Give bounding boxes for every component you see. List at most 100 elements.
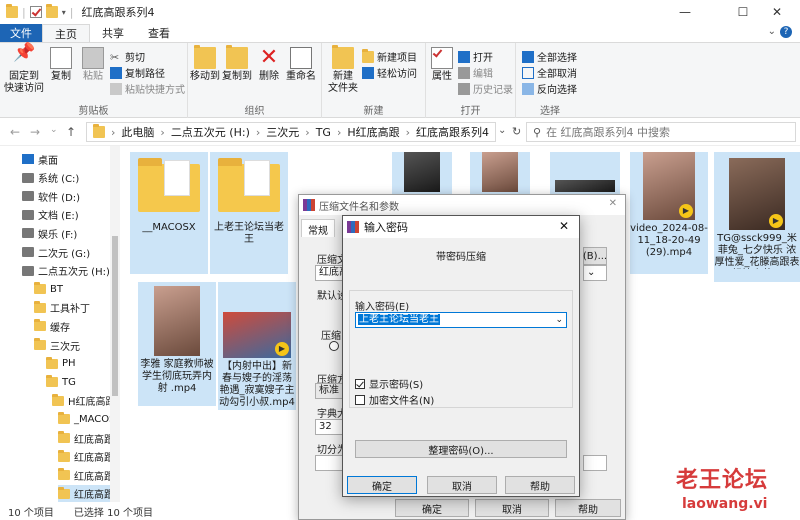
encrypt-filenames-checkbox[interactable]: 加密文件名(N) — [355, 392, 434, 407]
password-ok-button[interactable]: 确定 — [347, 476, 417, 494]
nav-item[interactable]: 工具补丁 — [34, 299, 110, 317]
close-button[interactable]: ✕ — [754, 0, 800, 24]
nav-item[interactable]: BT — [34, 280, 110, 298]
edit-button[interactable]: 编辑 — [458, 65, 493, 80]
rename-button[interactable]: 重命名 — [284, 47, 318, 83]
copy-to-button[interactable]: 复制到 — [222, 45, 252, 83]
breadcrumb-item[interactable]: 此电脑 — [121, 124, 154, 140]
minimize-button[interactable]: — — [662, 0, 708, 24]
nav-item[interactable]: 软件 (D:) — [22, 187, 110, 205]
address-bar[interactable]: › 此电脑 › 二点五次元 (H:) › 三次元 › TG › H红底高跟 › … — [86, 122, 496, 142]
archive-ok-button[interactable]: 确定 — [395, 499, 469, 517]
file-item[interactable]: 李雅 家庭教师被学生彻底玩弄内射 .mp4 — [138, 282, 216, 406]
password-help-button[interactable]: 帮助 — [505, 476, 575, 494]
password-dialog-close-icon[interactable]: ✕ — [559, 219, 569, 233]
nav-item[interactable]: 桌面 — [22, 150, 110, 168]
file-item[interactable] — [550, 152, 620, 196]
invert-selection-button[interactable]: 反向选择 — [522, 81, 577, 96]
file-item[interactable]: 上老王论坛当老王 — [210, 152, 288, 274]
recent-dropdown-icon[interactable]: ⌄ — [50, 125, 58, 135]
nav-scrollbar-thumb[interactable] — [112, 236, 118, 396]
archive-dialog-close-icon[interactable]: ✕ — [609, 198, 617, 209]
nav-item[interactable]: PH — [46, 355, 110, 373]
file-item[interactable] — [392, 152, 452, 196]
breadcrumb-item[interactable]: 二点五次元 (H:) — [171, 124, 250, 140]
up-icon[interactable]: ↑ — [66, 125, 76, 139]
format-radio[interactable] — [329, 341, 339, 351]
help-icon[interactable]: ? — [780, 26, 792, 38]
nav-item[interactable]: 文档 (E:) — [22, 206, 110, 224]
copy-path-button[interactable]: 复制路径 — [110, 65, 165, 80]
method-select[interactable]: 标准 — [315, 383, 343, 399]
paste-shortcut-button[interactable]: 粘贴快捷方式 — [110, 81, 185, 96]
tab-general[interactable]: 常规 — [301, 219, 335, 237]
nav-item[interactable]: 缓存 — [34, 317, 110, 335]
file-item[interactable]: __MACOSX — [130, 152, 208, 274]
nav-item[interactable]: 二点五次元 (H:) — [22, 262, 110, 280]
new-item-button[interactable]: 新建项目 — [362, 48, 417, 64]
history-button[interactable]: 历史记录 — [458, 81, 513, 96]
archive-cancel-button[interactable]: 取消 — [475, 499, 549, 517]
chevron-down-icon[interactable]: ⌄ — [555, 313, 563, 327]
select-none-button[interactable]: 全部取消 — [522, 65, 577, 80]
move-to-button[interactable]: 移动到 — [190, 45, 220, 83]
file-item[interactable]: ▶ 【内射中出】新春与嫂子的淫荡艳遇_寂寞嫂子主动勾引小叔.mp4 — [218, 282, 296, 410]
new-folder-button[interactable]: 新建 文件夹 — [326, 45, 360, 95]
select-all-button[interactable]: 全部选择 — [522, 49, 577, 64]
new-folder-quick-icon[interactable] — [45, 4, 58, 18]
dictionary-select[interactable]: 32 — [315, 419, 343, 435]
delete-button[interactable]: ✕ 删除 — [256, 47, 282, 83]
cut-button[interactable]: ✂ 剪切 — [110, 49, 145, 65]
nav-item[interactable]: 红底高跟系 — [58, 484, 120, 502]
file-item[interactable]: ▶ video_2024-08-11_18-20-49 (29).mp4 — [630, 152, 708, 274]
file-item[interactable] — [470, 152, 530, 196]
forward-icon[interactable]: → — [30, 125, 40, 139]
tab-view[interactable]: 查看 — [136, 24, 182, 42]
copy-button[interactable]: 复制 — [46, 47, 76, 83]
nav-item[interactable]: 红底高跟系 — [58, 448, 120, 466]
quick-access-dropdown-icon[interactable]: ▾ — [62, 8, 66, 17]
play-badge-icon: ▶ — [769, 214, 783, 228]
back-icon[interactable]: ← — [10, 125, 20, 139]
nav-item[interactable]: 娱乐 (F:) — [22, 224, 110, 242]
breadcrumb-item[interactable]: 三次元 — [266, 124, 299, 140]
nav-item[interactable]: 二次元 (G:) — [22, 243, 110, 261]
collapse-ribbon-icon[interactable]: ⌄ — [768, 26, 776, 37]
pin-quick-access-button[interactable]: 📌 固定到 快速访问 — [4, 44, 44, 95]
password-input[interactable]: 上老王论坛当老王 ⌄ — [355, 312, 567, 328]
drive-icon — [22, 228, 34, 239]
properties-quick-icon[interactable] — [29, 6, 42, 18]
split-field[interactable] — [315, 455, 343, 471]
file-item[interactable]: ▶ TG@ssck999_米菲兔_七夕快乐 浓厚性爱_花滕高跟表姐情人节... — [714, 152, 800, 282]
breadcrumb-item[interactable]: TG — [316, 126, 331, 139]
open-button[interactable]: 打开 — [458, 49, 493, 64]
easy-access-button[interactable]: 轻松访问 — [362, 65, 417, 80]
archive-name-field[interactable]: 红底高 — [315, 265, 345, 281]
show-password-checkbox[interactable]: 显示密码(S) — [355, 376, 423, 391]
properties-button[interactable]: 属性 — [428, 47, 456, 83]
nav-item[interactable]: TG — [46, 373, 110, 391]
search-input[interactable]: ⚲ 在 红底高跟系列4 中搜索 — [526, 122, 796, 142]
nav-item[interactable]: 红底高跟系 — [58, 429, 120, 447]
tab-share[interactable]: 共享 — [90, 24, 136, 42]
nav-item[interactable]: H红底高跟 — [52, 392, 116, 410]
nav-item[interactable]: 三次元 — [34, 336, 110, 354]
archive-name-dropdown[interactable]: ⌄ — [583, 265, 607, 281]
nav-scrollbar[interactable] — [110, 146, 120, 502]
breadcrumb-item[interactable]: 红底高跟系列4 — [416, 124, 489, 140]
split-dropdown[interactable] — [583, 455, 607, 471]
folder-icon — [93, 124, 105, 138]
tab-file[interactable]: 文件 — [0, 24, 42, 42]
address-dropdown-icon[interactable]: ⌄ — [498, 125, 506, 136]
tab-home[interactable]: 主页 — [42, 24, 90, 42]
browse-button[interactable]: (B)... — [583, 247, 607, 265]
breadcrumb-item[interactable]: H红底高跟 — [347, 124, 399, 140]
paste-button[interactable]: 粘贴 — [78, 47, 108, 83]
password-cancel-button[interactable]: 取消 — [427, 476, 497, 494]
organize-passwords-button[interactable]: 整理密码(O)... — [355, 440, 567, 458]
nav-item[interactable]: 系统 (C:) — [22, 169, 110, 187]
nav-item[interactable]: _MACOS — [58, 410, 116, 428]
refresh-icon[interactable]: ↻ — [512, 125, 521, 138]
nav-item[interactable]: 红底高跟系 — [58, 466, 120, 484]
archive-help-button[interactable]: 帮助 — [555, 499, 621, 517]
